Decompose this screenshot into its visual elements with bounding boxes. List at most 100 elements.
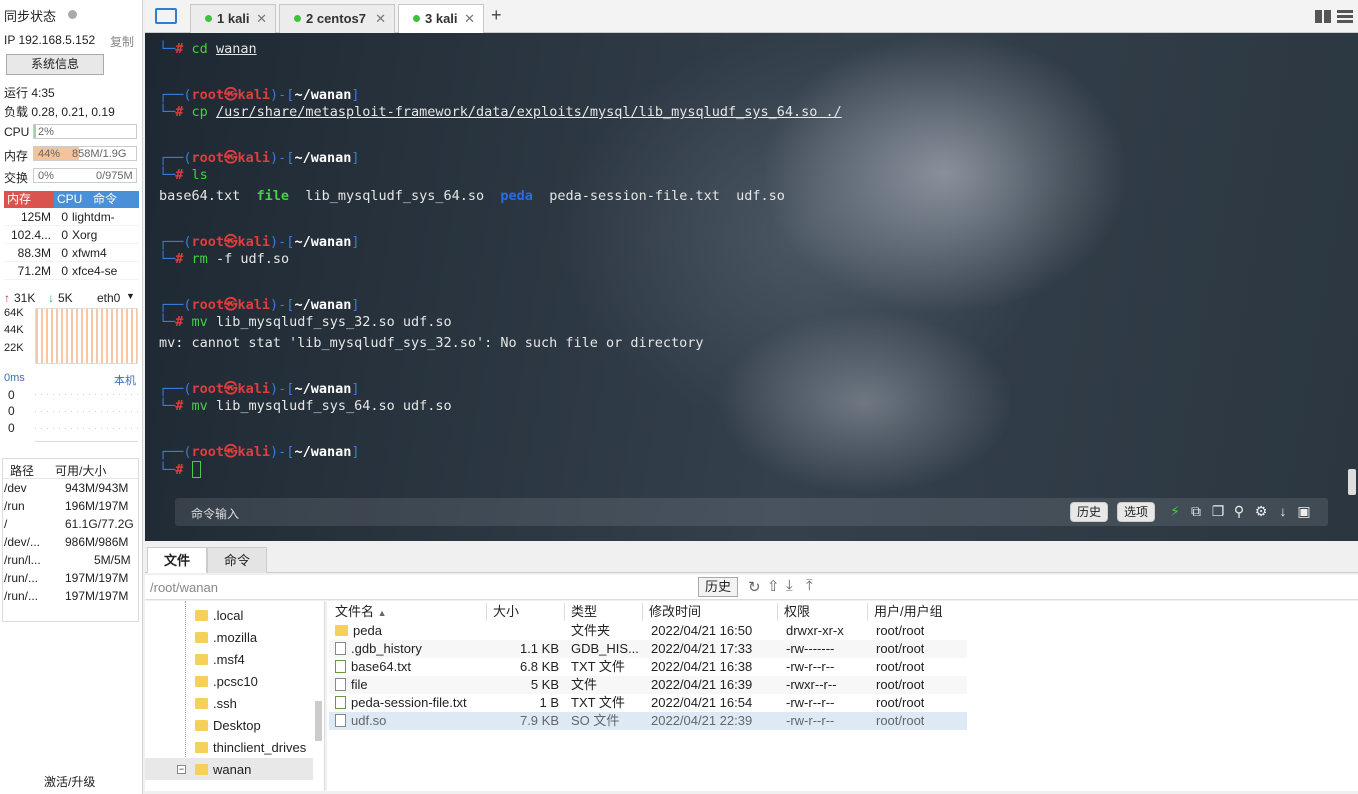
grid-view-icon[interactable]: [1315, 10, 1331, 23]
download-icon[interactable]: ⤓: [786, 577, 793, 594]
copy-ip-button[interactable]: 复制: [110, 33, 134, 50]
ping-value: 0: [8, 421, 15, 435]
tab-3-kali[interactable]: 3 kali ✕: [398, 4, 484, 34]
prompt-cwd: ~/wanan: [294, 234, 352, 250]
proc-header-cmd[interactable]: 命令: [90, 191, 139, 208]
file-type: 文件: [571, 677, 598, 692]
mem-value: 858M/1.9G: [72, 148, 127, 160]
tree-item[interactable]: thinclient_drives: [195, 738, 306, 758]
file-size: 5 KB: [530, 677, 559, 692]
gear-icon[interactable]: ⚙: [1252, 502, 1270, 520]
col-header-owner[interactable]: 用户/用户组: [868, 603, 968, 621]
net-up-value: 31K: [14, 291, 36, 305]
tree-item[interactable]: .local: [195, 606, 243, 626]
col-header-type[interactable]: 类型: [565, 603, 643, 621]
file-row[interactable]: peda-session-file.txt 1 B TXT 文件 2022/04…: [329, 694, 967, 712]
search-icon[interactable]: ⚲: [1230, 502, 1248, 520]
file-perm: -rwxr--r--: [786, 677, 837, 692]
disk-path: /run: [4, 499, 25, 513]
file-row[interactable]: peda 文件夹 2022/04/21 16:50 drwxr-xr-x roo…: [329, 622, 967, 640]
tree-item[interactable]: Desktop: [195, 716, 261, 736]
term-arg: -f udf.so: [215, 251, 290, 267]
col-header-mtime[interactable]: 修改时间: [643, 603, 778, 621]
lightning-icon[interactable]: ⚡: [1166, 502, 1184, 520]
tab-commands[interactable]: 命令: [207, 547, 267, 573]
tree-item[interactable]: .ssh: [195, 694, 237, 714]
file-row[interactable]: base64.txt 6.8 KB TXT 文件 2022/04/21 16:3…: [329, 658, 967, 676]
col-header-name[interactable]: 文件名 ▲: [329, 603, 487, 621]
tree-scrollbar[interactable]: [315, 701, 322, 741]
nav-up-icon[interactable]: ⇧: [767, 577, 780, 595]
file-row-selected[interactable]: udf.so 7.9 KB SO 文件 2022/04/21 22:39 -rw…: [329, 712, 967, 730]
tree-item-selected[interactable]: wanan: [195, 760, 251, 780]
window-icon[interactable]: ▣: [1295, 502, 1313, 520]
arrow-down-icon[interactable]: ↓: [1274, 502, 1292, 520]
disk-header-path[interactable]: 路径: [10, 462, 34, 479]
term-cmd: rm: [191, 251, 208, 267]
disk-path: /dev/...: [4, 535, 41, 549]
chevron-down-icon[interactable]: ▼: [126, 291, 135, 301]
file-mtime: 2022/04/21 16:50: [651, 623, 753, 638]
term-cmd: ls: [191, 167, 208, 183]
collapse-icon[interactable]: −: [177, 765, 186, 774]
terminal-cursor: [191, 461, 201, 478]
disk-size: 943M/943M: [65, 481, 129, 495]
prompt-host: kali: [237, 150, 271, 166]
tab-label: 2 centos7: [306, 11, 366, 26]
file-size: 7.9 KB: [519, 713, 559, 728]
list-view-icon[interactable]: [1337, 10, 1353, 23]
file-owner: root/root: [876, 641, 925, 656]
text-file-icon: [335, 660, 346, 673]
disk-header-size[interactable]: 可用/大小: [55, 462, 106, 479]
cpu-value: 2%: [38, 126, 54, 138]
col-header-perm[interactable]: 权限: [778, 603, 868, 621]
proc-cpu: 0: [61, 228, 68, 242]
path-history-button[interactable]: 历史: [698, 577, 738, 597]
command-input-bar[interactable]: 命令输入 历史 选项 ⚡ ⧉ ❐ ⚲ ⚙ ↓ ▣: [175, 498, 1328, 526]
col-header-size[interactable]: 大小: [487, 603, 565, 621]
file-row[interactable]: file 5 KB 文件 2022/04/21 16:39 -rwxr--r--…: [329, 676, 967, 694]
close-icon[interactable]: ✕: [375, 5, 386, 32]
tree-item[interactable]: .msf4: [195, 650, 245, 670]
file-icon: [335, 714, 346, 727]
tab-2-centos7[interactable]: 2 centos7 ✕: [279, 4, 395, 33]
tab-files[interactable]: 文件: [147, 547, 207, 573]
prompt: ┌──(root㉿kali)-[~/wanan]: [159, 234, 360, 250]
close-icon[interactable]: ✕: [464, 5, 475, 32]
options-button[interactable]: 选项: [1117, 502, 1156, 522]
command-input[interactable]: 命令输入: [191, 505, 239, 522]
terminal-scrollbar[interactable]: [1348, 469, 1356, 495]
refresh-icon[interactable]: ↻: [748, 578, 761, 596]
term-cmd: cp: [191, 104, 208, 120]
sync-status-dot-icon: [68, 10, 77, 19]
copy-icon[interactable]: ⧉: [1187, 502, 1205, 520]
add-tab-icon[interactable]: +: [491, 5, 502, 26]
paste-icon[interactable]: ❐: [1209, 502, 1227, 520]
net-iface-select[interactable]: eth0: [97, 291, 120, 305]
upload-icon[interactable]: ⤒: [806, 577, 813, 594]
proc-header-mem[interactable]: 内存: [4, 191, 54, 208]
tree-item-label: Desktop: [213, 718, 261, 733]
tab-1-kali[interactable]: 1 kali ✕: [190, 4, 276, 33]
mem-label: 内存: [4, 149, 29, 163]
tree-item[interactable]: .mozilla: [195, 628, 257, 648]
tree-item-label: wanan: [213, 762, 252, 777]
path-bar: /root/wanan 历史 ↻ ⇧ ⤓ ⤒: [145, 575, 1358, 600]
proc-mem: 125M: [20, 210, 51, 224]
history-button[interactable]: 历史: [1070, 502, 1109, 522]
folder-open-icon[interactable]: [155, 8, 177, 24]
close-icon[interactable]: ✕: [256, 5, 267, 32]
sync-status-label: 同步状态: [4, 9, 57, 24]
tree-item[interactable]: .pcsc10: [195, 672, 258, 692]
prompt: ┌──(root㉿kali)-[~/wanan]: [159, 444, 360, 460]
proc-cpu: 0: [61, 210, 68, 224]
disk-size: 197M/197M: [65, 571, 129, 585]
proc-header-cpu[interactable]: CPU: [54, 191, 90, 208]
terminal[interactable]: └─# cd wanan ┌──(root㉿kali)-[~/wanan] └─…: [145, 33, 1358, 541]
path-input[interactable]: /root/wanan: [150, 580, 218, 595]
file-row[interactable]: .gdb_history 1.1 KB GDB_HIS... 2022/04/2…: [329, 640, 967, 658]
file-owner: root/root: [876, 713, 925, 728]
sysinfo-button[interactable]: 系统信息: [6, 54, 104, 75]
activate-link[interactable]: 激活/升级: [44, 773, 95, 790]
net-scale-high: 64K: [4, 307, 24, 319]
